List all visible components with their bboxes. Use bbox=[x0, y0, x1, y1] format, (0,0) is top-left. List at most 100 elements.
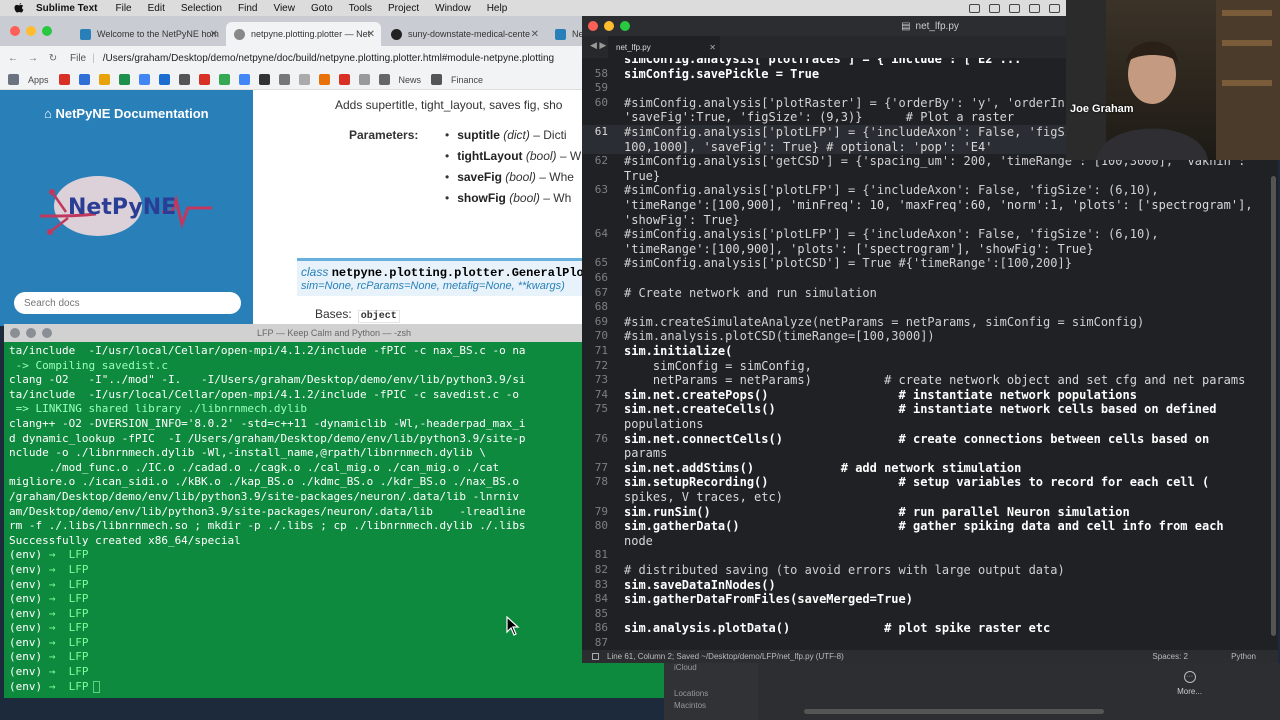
line-number: 78 bbox=[594, 475, 608, 489]
finder-icloud[interactable]: iCloud bbox=[674, 663, 758, 675]
menu-app-name[interactable]: Sublime Text bbox=[36, 3, 98, 14]
editor-scrollbar[interactable] bbox=[1271, 176, 1276, 636]
wikipedia-icon[interactable] bbox=[178, 74, 190, 85]
minimize-window-icon[interactable] bbox=[26, 26, 36, 36]
bookmark-icon[interactable] bbox=[158, 74, 170, 85]
close-tab-icon[interactable]: ✕ bbox=[709, 43, 716, 52]
browser-tab-github[interactable]: suny-downstate-medical-cente ✕ bbox=[383, 22, 545, 46]
menu-window[interactable]: Window bbox=[435, 3, 471, 14]
terminal-output[interactable]: ta/include -I/usr/local/Cellar/open-mpi/… bbox=[9, 344, 659, 694]
bookmark-finance[interactable]: Finance bbox=[451, 75, 483, 85]
docs-sidebar: ⌂ NetPyNE Documentation NetPyNE bbox=[0, 90, 253, 326]
file-icon: ▤ bbox=[901, 20, 911, 32]
github-icon[interactable] bbox=[258, 74, 270, 85]
prompt-env: (env) bbox=[9, 665, 43, 679]
bookmark-news[interactable]: News bbox=[399, 75, 422, 85]
reload-icon[interactable]: ↻ bbox=[46, 53, 60, 64]
close-tab-icon[interactable]: ✕ bbox=[367, 29, 375, 40]
maps-icon[interactable] bbox=[218, 74, 230, 85]
prompt-arrow: → bbox=[48, 577, 56, 591]
close-window-icon[interactable] bbox=[10, 26, 20, 36]
google-icon[interactable] bbox=[138, 74, 150, 85]
bookmark-icon[interactable] bbox=[198, 74, 210, 85]
terminal-cursor bbox=[92, 680, 100, 693]
line-text: sim.setupRecording() # setup variables t… bbox=[624, 475, 1210, 490]
menu-tools[interactable]: Tools bbox=[349, 3, 372, 14]
code-line: 'timeRange':[100,900], 'minFreq': 10, 'm… bbox=[582, 198, 1268, 213]
menu-help[interactable]: Help bbox=[487, 3, 508, 14]
bookmark-apps[interactable]: Apps bbox=[28, 75, 49, 85]
zoom-status-icon[interactable] bbox=[969, 3, 980, 13]
folder-icon[interactable] bbox=[431, 74, 443, 85]
finder-scrollbar[interactable] bbox=[804, 709, 1104, 714]
code-line: 85 bbox=[582, 607, 1268, 622]
address-bar[interactable]: /Users/graham/Desktop/demo/netpyne/doc/b… bbox=[103, 53, 554, 64]
menu-view[interactable]: View bbox=[273, 3, 295, 14]
signature-name[interactable]: netpyne.plotting.plotter.GeneralPlo bbox=[332, 266, 582, 280]
line-text: spikes, V traces, etc) bbox=[624, 490, 783, 504]
apps-grid-icon[interactable] bbox=[8, 74, 19, 85]
docs-home-link[interactable]: ⌂ NetPyNE Documentation bbox=[44, 106, 209, 121]
browser-tab-other[interactable]: Ne bbox=[547, 22, 582, 46]
webcam-overlay: Joe Graham bbox=[1066, 0, 1280, 160]
terminal-prompt: (env) → LFP bbox=[9, 563, 659, 578]
minimize-window-icon[interactable] bbox=[604, 21, 614, 31]
menu-file[interactable]: File bbox=[116, 3, 132, 14]
line-text: sim.net.addStims() # add network stimula… bbox=[624, 460, 1022, 475]
menu-selection[interactable]: Selection bbox=[181, 3, 222, 14]
prompt-dir: LFP bbox=[68, 665, 89, 679]
netpyne-logo[interactable]: NetPyNE bbox=[38, 172, 218, 244]
status-indentation[interactable]: Spaces: 2 bbox=[1152, 652, 1188, 661]
code-line: 66 bbox=[582, 271, 1268, 286]
bookmark-icon[interactable] bbox=[78, 74, 90, 85]
zoom-window-icon[interactable] bbox=[42, 26, 52, 36]
minimize-window-icon[interactable] bbox=[26, 328, 36, 338]
zoom-window-icon[interactable] bbox=[620, 21, 630, 31]
menu-goto[interactable]: Goto bbox=[311, 3, 333, 14]
panel-toggle-icon[interactable] bbox=[592, 653, 599, 660]
google-icon[interactable] bbox=[238, 74, 250, 85]
prompt-env: (env) bbox=[9, 635, 43, 649]
back-arrow-icon[interactable]: ← bbox=[6, 53, 20, 64]
forward-arrow-icon[interactable]: → bbox=[26, 53, 40, 64]
terminal-prompt: (env) → LFP bbox=[9, 650, 659, 665]
bases-value[interactable]: object bbox=[357, 310, 400, 323]
status-syntax[interactable]: Python bbox=[1231, 652, 1256, 661]
line-text: 'saveFig':True, 'figSize': (9,3)} # Plot… bbox=[624, 110, 1015, 125]
drive-icon[interactable] bbox=[118, 74, 130, 85]
close-window-icon[interactable] bbox=[10, 328, 20, 338]
editor-tab[interactable]: net_lfp.py ✕ bbox=[608, 36, 720, 58]
close-tab-icon[interactable]: ✕ bbox=[210, 29, 218, 40]
close-tab-icon[interactable]: ✕ bbox=[531, 29, 539, 40]
apple-icon[interactable] bbox=[12, 2, 26, 14]
close-window-icon[interactable] bbox=[588, 21, 598, 31]
battery-status-icon[interactable] bbox=[1029, 3, 1040, 13]
prompt-env: (env) bbox=[9, 650, 43, 664]
bookmark-icon[interactable] bbox=[358, 74, 370, 85]
record-status-icon[interactable] bbox=[989, 3, 1000, 13]
bookmark-icon[interactable] bbox=[318, 74, 330, 85]
bookmark-icon[interactable] bbox=[298, 74, 310, 85]
star-icon[interactable] bbox=[338, 74, 350, 85]
terminal-line: ./mod_func.o ./IC.o ./cadad.o ./cagk.o .… bbox=[9, 460, 500, 474]
line-text: #sim.createSimulateAnalyze(netParams = n… bbox=[624, 314, 1145, 329]
gmail-icon[interactable] bbox=[58, 74, 70, 85]
zoom-window-icon[interactable] bbox=[42, 328, 52, 338]
news-icon[interactable] bbox=[378, 74, 390, 85]
wifi-status-icon[interactable] bbox=[1049, 3, 1060, 13]
browser-tab-plotter[interactable]: netpyne.plotting.plotter — Net ✕ bbox=[226, 22, 381, 46]
terminal-prompt: (env) → LFP bbox=[9, 636, 659, 651]
docs-search-input[interactable] bbox=[14, 292, 241, 314]
prompt-arrow: → bbox=[48, 548, 56, 562]
tab-nav-arrows-icon[interactable]: ◀ ▶ bbox=[590, 40, 606, 51]
spotlight-status-icon[interactable] bbox=[1009, 3, 1020, 13]
finder-disk-item[interactable]: Macintos bbox=[674, 701, 758, 713]
finder-more-button[interactable]: ··· More... bbox=[1177, 671, 1202, 696]
bookmark-icon[interactable] bbox=[98, 74, 110, 85]
browser-tab-welcome[interactable]: Welcome to the NetPyNE hom ✕ bbox=[72, 22, 224, 46]
menu-find[interactable]: Find bbox=[238, 3, 257, 14]
menu-edit[interactable]: Edit bbox=[148, 3, 165, 14]
bookmark-icon[interactable] bbox=[278, 74, 290, 85]
menu-project[interactable]: Project bbox=[388, 3, 419, 14]
line-text: simConfig.savePickle = True bbox=[624, 66, 820, 81]
